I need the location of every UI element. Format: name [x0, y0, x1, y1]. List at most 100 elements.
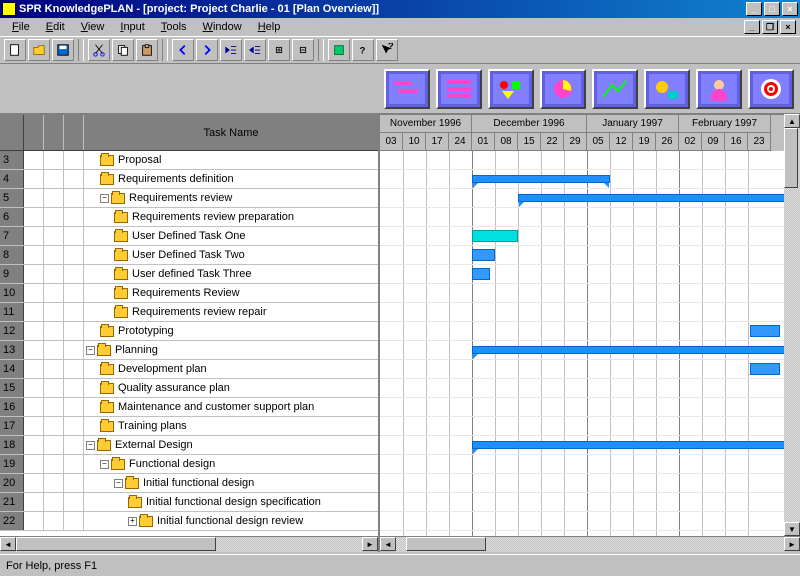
- task-row[interactable]: 12Prototyping: [0, 322, 378, 341]
- task-row[interactable]: 10Requirements Review: [0, 284, 378, 303]
- task-row[interactable]: 7User Defined Task One: [0, 227, 378, 246]
- row-number: 5: [0, 189, 24, 207]
- gantt-bar[interactable]: [472, 441, 792, 449]
- collapse-icon[interactable]: −: [100, 194, 109, 203]
- week-header: 03: [380, 133, 403, 151]
- menu-tools[interactable]: Tools: [153, 19, 195, 35]
- mdi-restore-button[interactable]: ❐: [762, 20, 778, 34]
- scroll-left-icon[interactable]: ◄: [380, 537, 396, 551]
- left-hscroll[interactable]: ◄ ►: [0, 536, 378, 552]
- collapse-icon[interactable]: −: [86, 441, 95, 450]
- expand-icon[interactable]: [268, 39, 290, 61]
- book-icon[interactable]: [328, 39, 350, 61]
- week-header: 02: [679, 133, 702, 151]
- task-row[interactable]: 20−Initial functional design: [0, 474, 378, 493]
- menu-window[interactable]: Window: [195, 19, 250, 35]
- cut-icon[interactable]: [88, 39, 110, 61]
- minimize-button[interactable]: _: [746, 2, 762, 16]
- task-row[interactable]: 19−Functional design: [0, 455, 378, 474]
- task-row[interactable]: 14Development plan: [0, 360, 378, 379]
- task-row[interactable]: 3Proposal: [0, 151, 378, 170]
- scroll-thumb[interactable]: [16, 537, 216, 551]
- month-header: November 1996: [380, 115, 472, 133]
- right-hscroll[interactable]: ◄ ►: [380, 536, 800, 552]
- scroll-up-icon[interactable]: ▲: [784, 114, 800, 128]
- gantt-bar[interactable]: [472, 249, 495, 261]
- shapes-view-icon[interactable]: [488, 69, 534, 109]
- scroll-right-icon[interactable]: ►: [784, 537, 800, 551]
- collapse-icon[interactable]: [292, 39, 314, 61]
- scroll-down-icon[interactable]: ▼: [784, 522, 800, 536]
- task-row[interactable]: 5 − Requirements review: [0, 189, 378, 208]
- gantt-bar[interactable]: [472, 268, 490, 280]
- task-row[interactable]: 22+Initial functional design review: [0, 512, 378, 531]
- menu-input[interactable]: Input: [112, 19, 152, 35]
- expand-icon[interactable]: +: [128, 517, 137, 526]
- menu-help[interactable]: Help: [250, 19, 289, 35]
- row-number: 22: [0, 512, 24, 530]
- indent-icon[interactable]: [244, 39, 266, 61]
- gantt-row: [380, 474, 800, 493]
- svg-text:?: ?: [360, 46, 366, 57]
- open-icon[interactable]: [28, 39, 50, 61]
- outdent-icon[interactable]: [220, 39, 242, 61]
- context-help-icon[interactable]: ?: [376, 39, 398, 61]
- task-row[interactable]: 6Requirements review preparation: [0, 208, 378, 227]
- gantt-row: [380, 246, 800, 265]
- gantt-row: [380, 398, 800, 417]
- close-button[interactable]: ×: [782, 2, 798, 16]
- task-row[interactable]: 9User defined Task Three: [0, 265, 378, 284]
- new-icon[interactable]: [4, 39, 26, 61]
- folder-icon: [100, 174, 114, 185]
- row-number: 14: [0, 360, 24, 378]
- gantt-bar[interactable]: [472, 175, 610, 183]
- scroll-thumb[interactable]: [784, 128, 798, 188]
- task-row[interactable]: 8User Defined Task Two: [0, 246, 378, 265]
- task-row[interactable]: 16Maintenance and customer support plan: [0, 398, 378, 417]
- menu-file[interactable]: File: [4, 19, 38, 35]
- list-view-icon[interactable]: [436, 69, 482, 109]
- task-row[interactable]: 21Initial functional design specificatio…: [0, 493, 378, 512]
- maximize-button[interactable]: □: [764, 2, 780, 16]
- col-header-taskname[interactable]: Task Name: [84, 115, 378, 150]
- gantt-bar[interactable]: [750, 325, 780, 337]
- task-row[interactable]: 15Quality assurance plan: [0, 379, 378, 398]
- person-view-icon[interactable]: [696, 69, 742, 109]
- help-icon[interactable]: ?: [352, 39, 374, 61]
- status-bar: For Help, press F1: [0, 554, 800, 576]
- chart-view-icon[interactable]: [540, 69, 586, 109]
- task-row[interactable]: 17Training plans: [0, 417, 378, 436]
- copy-icon[interactable]: [112, 39, 134, 61]
- scroll-right-icon[interactable]: ►: [362, 537, 378, 551]
- mdi-minimize-button[interactable]: _: [744, 20, 760, 34]
- graph-view-icon[interactable]: [592, 69, 638, 109]
- gantt-bar[interactable]: [472, 230, 518, 242]
- gantt-bar[interactable]: [472, 346, 792, 354]
- vertical-scroll[interactable]: ▲ ▼: [784, 114, 800, 536]
- collapse-icon[interactable]: −: [86, 346, 95, 355]
- menu-view[interactable]: View: [73, 19, 113, 35]
- nav-back-icon[interactable]: [172, 39, 194, 61]
- scroll-left-icon[interactable]: ◄: [0, 537, 16, 551]
- resource-view-icon[interactable]: [644, 69, 690, 109]
- task-row[interactable]: 4Requirements definition: [0, 170, 378, 189]
- folder-icon: [100, 326, 114, 337]
- gantt-bar[interactable]: [518, 194, 798, 202]
- task-row[interactable]: 18−External Design: [0, 436, 378, 455]
- collapse-icon[interactable]: −: [114, 479, 123, 488]
- gantt-bar[interactable]: [750, 363, 780, 375]
- scroll-thumb[interactable]: [406, 537, 486, 551]
- collapse-icon[interactable]: −: [100, 460, 109, 469]
- menu-edit[interactable]: Edit: [38, 19, 73, 35]
- task-row[interactable]: 13−Planning: [0, 341, 378, 360]
- target-view-icon[interactable]: [748, 69, 794, 109]
- save-icon[interactable]: [52, 39, 74, 61]
- week-header: 08: [495, 133, 518, 151]
- nav-forward-icon[interactable]: [196, 39, 218, 61]
- paste-icon[interactable]: [136, 39, 158, 61]
- task-row[interactable]: 11Requirements review repair: [0, 303, 378, 322]
- gantt-row: [380, 493, 800, 512]
- mdi-close-button[interactable]: ×: [780, 20, 796, 34]
- task-name: Requirements review: [129, 192, 232, 204]
- gantt-view-icon[interactable]: [384, 69, 430, 109]
